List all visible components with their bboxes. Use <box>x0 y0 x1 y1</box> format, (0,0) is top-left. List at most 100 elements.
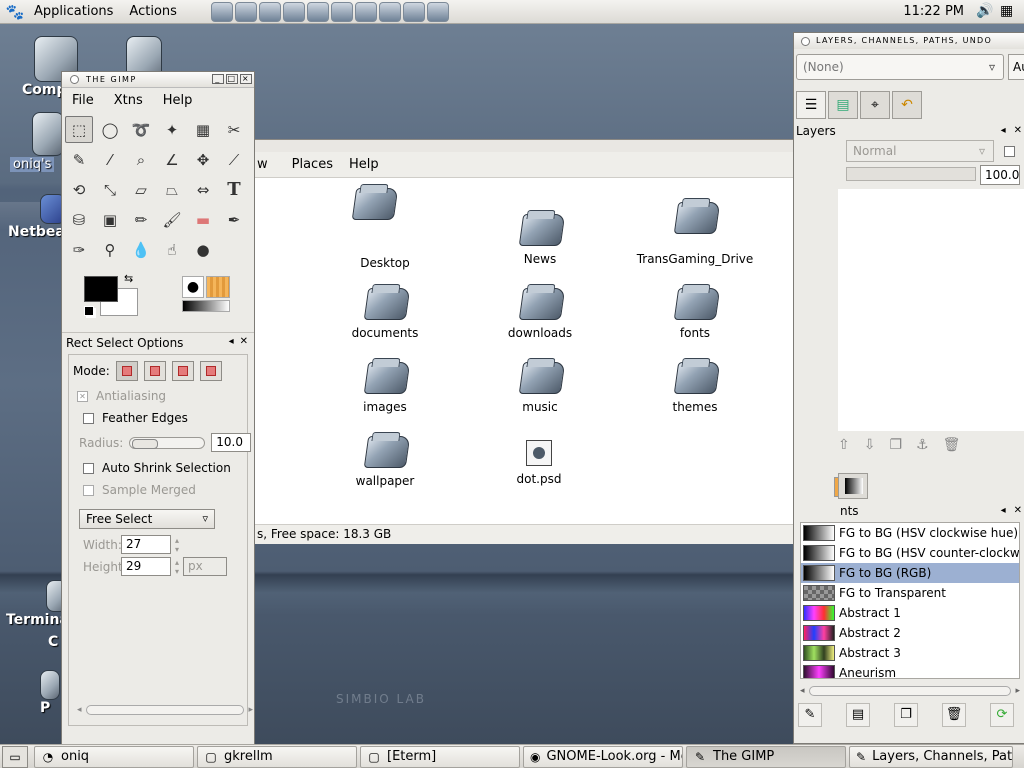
gradients-tab-icon[interactable] <box>838 473 868 499</box>
crop-icon[interactable]: ⟋ <box>220 146 248 173</box>
mode-intersect-button[interactable] <box>199 361 222 381</box>
fuzzy-select-icon[interactable]: ✦ <box>158 116 186 143</box>
network-tray-icon[interactable]: ▦ <box>1000 3 1018 21</box>
actions-menu[interactable]: Actions <box>121 0 185 24</box>
feather-edges-checkbox[interactable] <box>83 412 94 424</box>
desktop-icon-c[interactable]: C <box>48 634 58 650</box>
width-spin-icon[interactable]: ▴ ▾ <box>175 536 179 554</box>
tools-launcher-icon[interactable] <box>354 1 377 22</box>
smudge-icon[interactable]: ☝ <box>158 236 186 263</box>
gradient-item[interactable]: FG to Transparent <box>801 583 1019 603</box>
move-icon[interactable]: ✥ <box>189 146 217 173</box>
panel-clock[interactable]: 11:22 PM <box>903 0 964 24</box>
window-menu-icon[interactable] <box>801 37 810 46</box>
opacity-slider[interactable] <box>846 167 976 181</box>
tab-menu-icon[interactable]: ◂ <box>229 336 234 347</box>
antialiasing-row[interactable]: ✕ Antialiasing <box>77 389 166 403</box>
undo-tab-icon[interactable]: ↶ <box>892 91 922 119</box>
shear-icon[interactable]: ▱ <box>127 176 155 203</box>
unit-dropdown[interactable]: px <box>183 557 228 576</box>
lower-layer-icon[interactable]: ⇩ <box>864 437 876 453</box>
task-button-gkrellm[interactable]: ▢ gkrellm <box>197 745 357 768</box>
sample-merged-row[interactable]: Sample Merged <box>83 483 196 497</box>
scissors-icon[interactable]: ✂ <box>220 116 248 143</box>
file-item[interactable]: Desktop <box>315 182 455 270</box>
file-browser-titlebar[interactable]: _ □ × <box>255 140 836 152</box>
file-item[interactable]: images <box>315 356 455 414</box>
radius-slider[interactable] <box>129 436 206 449</box>
duplicate-gradient-icon[interactable]: ❐ <box>894 703 918 727</box>
applications-menu[interactable]: Applications <box>26 0 121 24</box>
feather-edges-row[interactable]: Feather Edges <box>83 411 188 425</box>
edit-gradient-icon[interactable]: ✎ <box>798 703 822 727</box>
tab-menu-icon[interactable]: ◂ <box>1001 125 1006 136</box>
file-item[interactable]: downloads <box>470 282 610 340</box>
refresh-gradient-icon[interactable]: ⟳ <box>990 703 1014 727</box>
lasso-icon[interactable]: ➰ <box>127 116 155 143</box>
height-spin-icon[interactable]: ▴ ▾ <box>175 558 179 576</box>
mode-subtract-button[interactable] <box>171 361 194 381</box>
volume-icon[interactable]: 🔊 <box>976 3 994 21</box>
text-icon[interactable]: T <box>220 176 248 203</box>
task-button-mozilla[interactable]: ◉ GNOME-Look.org - Mozill <box>523 745 683 768</box>
perspective-icon[interactable]: ⏢ <box>158 176 186 203</box>
scroll-left-icon[interactable]: ◂ <box>800 686 805 696</box>
ellipse-select-icon[interactable]: ◯ <box>96 116 124 143</box>
task-button-layers[interactable]: ✎ Layers, Channels, Paths <box>849 745 1013 768</box>
flip-icon[interactable]: ⇔ <box>189 176 217 203</box>
gradient-scrollbar[interactable]: ◂ ▸ <box>800 684 1020 698</box>
rect-select-icon[interactable]: ⬚ <box>65 116 93 143</box>
menu-file[interactable]: File <box>62 93 104 108</box>
duplicate-layer-icon[interactable]: ❐ <box>889 437 902 453</box>
disk-launcher-icon[interactable] <box>426 1 449 22</box>
file-item[interactable]: music <box>470 356 610 414</box>
gradient-item[interactable]: FG to BG (RGB) <box>801 563 1019 583</box>
calendar-launcher-icon[interactable] <box>378 1 401 22</box>
gradient-item[interactable]: Abstract 3 <box>801 643 1019 663</box>
opacity-input[interactable]: 100.0 <box>980 165 1020 185</box>
desktop-icon-home[interactable]: oniq's <box>10 112 64 172</box>
menu-help[interactable]: Help <box>153 93 203 108</box>
file-item[interactable]: themes <box>625 356 765 414</box>
blur-icon[interactable]: 💧 <box>127 236 155 263</box>
layer-list[interactable] <box>838 189 1024 431</box>
tab-menu-icon[interactable]: ◂ <box>1001 505 1006 516</box>
menu-xtns[interactable]: Xtns <box>104 93 153 108</box>
close-tab-icon[interactable]: ✕ <box>1014 125 1022 136</box>
browser-launcher-icon[interactable] <box>234 1 257 22</box>
keep-transparency-checkbox[interactable] <box>1004 146 1015 157</box>
file-item[interactable]: News <box>470 208 610 266</box>
auto-shrink-row[interactable]: Auto Shrink Selection <box>83 461 231 475</box>
auto-shrink-checkbox[interactable] <box>83 462 94 474</box>
ink-icon[interactable]: ✑ <box>65 236 93 263</box>
anchor-layer-icon[interactable]: ⚓ <box>916 437 929 453</box>
gradient-item[interactable]: Abstract 2 <box>801 623 1019 643</box>
gradient-item[interactable]: FG to BG (HSV counter-clockwise <box>801 543 1019 563</box>
desktop-icon-netbeans[interactable]: Netbea <box>8 194 66 240</box>
layers-dock-titlebar[interactable]: LAYERS, CHANNELS, PATHS, UNDO <box>794 33 1024 49</box>
layer-mode-dropdown[interactable]: Normal <box>846 140 994 162</box>
radius-input[interactable]: 10.0 <box>211 433 252 452</box>
paths-icon[interactable]: ✎ <box>65 146 93 173</box>
bucket-fill-icon[interactable]: ⛁ <box>65 206 93 233</box>
new-gradient-icon[interactable]: ▤ <box>846 703 870 727</box>
menu-places[interactable]: Places <box>284 157 341 172</box>
gradient-item[interactable]: Abstract 1 <box>801 603 1019 623</box>
color-picker-icon[interactable]: ⁄ <box>96 146 124 173</box>
width-input[interactable]: 27 <box>121 535 171 554</box>
file-item[interactable]: documents <box>315 282 455 340</box>
scroll-right-icon[interactable]: ▸ <box>248 705 253 715</box>
scroll-right-icon[interactable]: ▸ <box>1015 686 1020 696</box>
rotate-icon[interactable]: ⟲ <box>65 176 93 203</box>
swap-colors-icon[interactable]: ⇆ <box>124 272 133 285</box>
dodge-burn-icon[interactable]: ● <box>189 236 217 263</box>
blend-icon[interactable]: ▣ <box>96 206 124 233</box>
task-button-eterm[interactable]: ▢ [Eterm] <box>360 745 520 768</box>
minimize-button[interactable]: _ <box>212 74 224 84</box>
paintbrush-icon[interactable]: 🖌 <box>158 206 186 233</box>
menu-view[interactable]: w <box>255 157 276 172</box>
color-select-icon[interactable]: ▦ <box>189 116 217 143</box>
file-item[interactable]: wallpaper <box>315 430 455 488</box>
gnome-foot-icon[interactable]: 🐾 <box>4 1 26 23</box>
magnify-icon[interactable]: ⌕ <box>127 146 155 173</box>
